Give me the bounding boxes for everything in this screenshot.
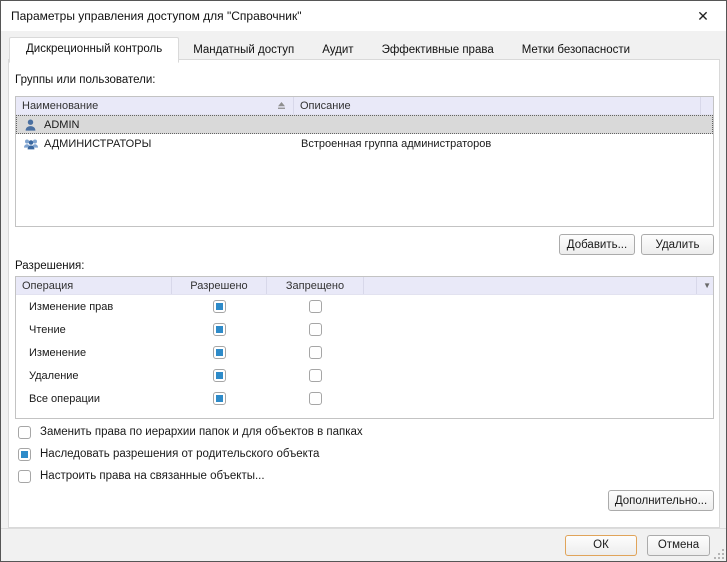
access-control-dialog: Параметры управления доступом для "Справ… [0, 0, 727, 562]
option-label: Заменить права по иерархии папок и для о… [40, 426, 363, 438]
user-icon [23, 118, 39, 132]
dialog-title: Параметры управления доступом для "Справ… [11, 9, 302, 23]
allowed-checkbox[interactable] [213, 346, 226, 359]
row-description: Встроенная группа администраторов [295, 138, 712, 150]
denied-checkbox[interactable] [309, 369, 322, 382]
permission-row-modify[interactable]: Изменение [16, 341, 713, 364]
column-header-denied[interactable]: Запрещено [267, 277, 364, 294]
cancel-button[interactable]: Отмена [647, 535, 710, 556]
denied-checkbox[interactable] [309, 346, 322, 359]
permissions-label: Разрешения: [15, 260, 84, 272]
linked-objects-checkbox[interactable] [18, 470, 31, 483]
column-header-empty [364, 277, 697, 294]
groups-users-label: Группы или пользователи: [15, 74, 155, 86]
option-label: Наследовать разрешения от родительского … [40, 448, 319, 460]
resize-grip[interactable] [714, 549, 724, 559]
option-inherit-permissions[interactable]: Наследовать разрешения от родительского … [18, 446, 319, 462]
chevron-down-icon: ▼ [703, 281, 711, 290]
title-bar: Параметры управления доступом для "Справ… [1, 1, 726, 31]
column-options-dropdown[interactable]: ▼ [697, 277, 713, 294]
table-row-admin[interactable]: ADMIN [16, 115, 713, 134]
permission-row-change-rights[interactable]: Изменение прав [16, 295, 713, 318]
permission-row-read[interactable]: Чтение [16, 318, 713, 341]
tab-strip: Дискреционный контроль Мандатный доступ … [9, 37, 644, 62]
allowed-checkbox[interactable] [213, 300, 226, 313]
denied-checkbox[interactable] [309, 323, 322, 336]
option-label: Настроить права на связанные объекты... [40, 470, 265, 482]
permission-row-all-operations[interactable]: Все операции [16, 387, 713, 410]
column-header-operation[interactable]: Операция [16, 277, 172, 294]
replace-hierarchy-checkbox[interactable] [18, 426, 31, 439]
table-row-administrators[interactable]: АДМИНИСТРАТОРЫ Встроенная группа админис… [16, 134, 713, 153]
group-icon [23, 137, 39, 151]
operation-label: Все операции [16, 393, 172, 405]
column-header-name[interactable]: Наименование [16, 97, 294, 114]
advanced-button[interactable]: Дополнительно... [608, 490, 714, 511]
operation-label: Чтение [16, 324, 172, 336]
operation-label: Удаление [16, 370, 172, 382]
denied-checkbox[interactable] [309, 300, 322, 313]
operation-label: Изменение [16, 347, 172, 359]
allowed-checkbox[interactable] [213, 323, 226, 336]
inherit-permissions-checkbox[interactable] [18, 448, 31, 461]
column-header-description[interactable]: Описание [294, 97, 701, 114]
tab-audit[interactable]: Аудит [308, 39, 367, 62]
tab-security-labels[interactable]: Метки безопасности [508, 39, 644, 62]
column-header-allowed[interactable]: Разрешено [172, 277, 267, 294]
allowed-checkbox[interactable] [213, 392, 226, 405]
column-header-spacer [701, 97, 713, 114]
tab-discretionary-control[interactable]: Дискреционный контроль [9, 37, 179, 63]
row-name: АДМИНИСТРАТОРЫ [44, 138, 151, 150]
remove-button[interactable]: Удалить [641, 234, 714, 255]
allowed-checkbox[interactable] [213, 369, 226, 382]
sort-asc-icon [276, 101, 287, 111]
tab-effective-rights[interactable]: Эффективные права [368, 39, 508, 62]
footer-bar: ОК Отмена [1, 528, 726, 561]
option-replace-hierarchy[interactable]: Заменить права по иерархии папок и для о… [18, 424, 363, 440]
close-icon[interactable]: ✕ [690, 3, 716, 29]
permissions-table: Операция Разрешено Запрещено ▼ Изменение… [15, 276, 714, 419]
ok-button[interactable]: ОК [565, 535, 637, 556]
permission-row-delete[interactable]: Удаление [16, 364, 713, 387]
groups-users-table: Наименование Описание ADMIN [15, 96, 714, 227]
denied-checkbox[interactable] [309, 392, 322, 405]
groups-table-header: Наименование Описание [16, 97, 713, 115]
tab-page-discretionary: Группы или пользователи: Наименование Оп… [8, 59, 720, 528]
option-linked-objects[interactable]: Настроить права на связанные объекты... [18, 468, 265, 484]
row-name: ADMIN [44, 119, 79, 131]
operation-label: Изменение прав [16, 301, 172, 313]
permissions-table-header: Операция Разрешено Запрещено ▼ [16, 277, 713, 295]
tab-mandatory-access[interactable]: Мандатный доступ [179, 39, 308, 62]
add-button[interactable]: Добавить... [559, 234, 635, 255]
